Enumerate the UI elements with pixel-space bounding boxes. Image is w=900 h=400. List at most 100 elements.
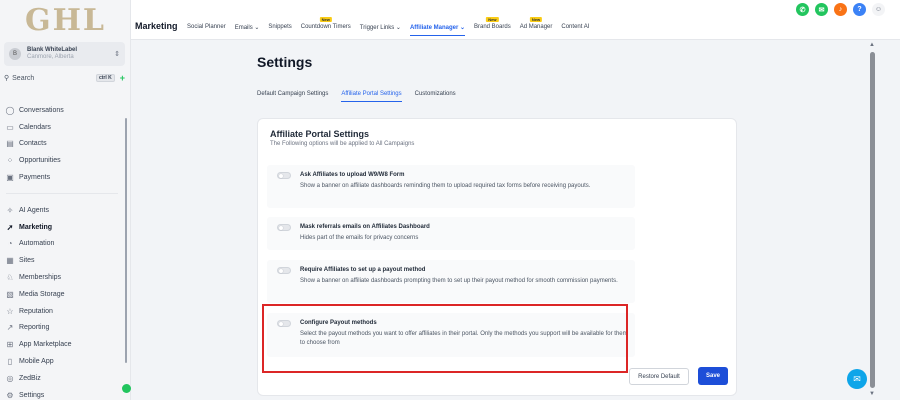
toggle-switch[interactable] (277, 172, 291, 179)
setting-title: Mask referrals emails on Affiliates Dash… (300, 224, 430, 230)
sidebar-item-calendars[interactable]: ▭ Calendars (0, 119, 125, 136)
star-icon: ☆ (6, 306, 14, 316)
scrollbar-thumb[interactable] (870, 52, 875, 388)
calendar-icon: ▭ (6, 122, 14, 132)
topnav-trigger-links[interactable]: Trigger Links ⌄ (360, 24, 401, 31)
toggle-switch[interactable] (277, 224, 291, 231)
tab-customizations[interactable]: Customizations (415, 91, 456, 97)
sidebar-item-ai-agents[interactable]: ✧ AI Agents (0, 202, 125, 219)
sidebar-search[interactable]: ⚲ Search ctrl K + (4, 72, 125, 84)
phone-icon[interactable]: ✆ (796, 3, 809, 16)
scroll-down-icon[interactable]: ▼ (869, 391, 875, 397)
chat-bubble-icon: ◯ (5, 105, 15, 115)
sidebar-item-reporting[interactable]: ↗ Reporting (0, 320, 125, 337)
topnav-social-planner[interactable]: Social Planner (187, 24, 226, 31)
top-bar: Marketing Social Planner Emails ⌄ Snippets… (131, 0, 900, 40)
sidebar-divider (6, 193, 118, 194)
sidebar-item-marketing[interactable]: ➚ Marketing (0, 219, 125, 236)
toggle-switch[interactable] (277, 267, 291, 274)
sidebar-item-opportunities[interactable]: ⁘ Opportunities (0, 152, 125, 169)
setting-description: Select the payout methods you want to of… (300, 331, 628, 346)
save-button[interactable]: Save (698, 367, 728, 385)
new-badge: New (486, 17, 499, 22)
sidebar-item-label: Mobile App (19, 358, 54, 366)
sidebar-item-memberships[interactable]: ♘ Memberships (0, 269, 125, 286)
sidebar-item-label: Sites (19, 257, 35, 265)
topnav-content-ai[interactable]: Content AI (561, 24, 589, 31)
sidebar-item-settings[interactable]: ⚙ Settings (0, 387, 125, 400)
search-shortcut: ctrl K (95, 74, 115, 82)
topnav-snippets[interactable]: Snippets (268, 24, 291, 31)
search-icon: ⚲ (4, 75, 10, 82)
sidebar-item-label: Automation (19, 240, 55, 248)
memberships-icon: ♘ (6, 273, 14, 283)
sidebar-item-label: AI Agents (19, 206, 49, 214)
card-title: Affiliate Portal Settings (270, 129, 370, 139)
topnav-label: Brand Boards (474, 24, 511, 30)
sidebar-item-label: Contacts (19, 140, 47, 148)
topnav-label: Snippets (268, 24, 292, 30)
scroll-up-icon[interactable]: ▲ (869, 42, 875, 48)
sidebar-item-conversations[interactable]: ◯ Conversations (0, 102, 125, 119)
notification-bell-icon[interactable]: ♪ (834, 3, 847, 16)
sidebar-item-sites[interactable]: ▦ Sites (0, 252, 125, 269)
sidebar-item-automation[interactable]: ◔ Automation (0, 236, 125, 253)
payments-icon: ▣ (6, 173, 14, 183)
sidebar-item-label: Conversations (19, 106, 64, 114)
setting-row: Configure Payout methods Select the payou… (267, 313, 635, 357)
megaphone-icon[interactable]: ✉ (815, 3, 828, 16)
marketing-subnav: Social Planner Emails ⌄ Snippets Countdown … (187, 17, 598, 36)
ai-sparkle-icon: ✧ (6, 205, 14, 215)
help-icon[interactable]: ? (853, 3, 866, 16)
account-name: Blank WhiteLabel (27, 47, 78, 53)
setting-title: Configure Payout methods (300, 320, 377, 326)
topnav-countdown-timers[interactable]: Countdown Timers New (301, 17, 351, 31)
setting-row: Mask referrals emails on Affiliates Dash… (267, 217, 635, 250)
top-right-actions: ✆ ✉ ♪? ☺ (796, 3, 891, 16)
setting-description: Hides part of the emails for privacy con… (300, 235, 419, 241)
sidebar: GHL B Blank WhiteLabel Canmore, Alberta … (0, 0, 131, 400)
topnav-label: Content AI (561, 24, 590, 30)
sidebar-item-label: ZedBiz (19, 374, 41, 382)
sidebar-item-label: Payments (19, 174, 51, 182)
send-icon: ➚ (6, 222, 14, 232)
sidebar-item-label: Marketing (19, 223, 53, 231)
sidebar-item-label: Memberships (19, 274, 62, 282)
settings-tabs: Default Campaign Settings Affiliate Porta… (257, 91, 469, 102)
topnav-ad-manager[interactable]: Ad Manager New (520, 17, 552, 31)
sidebar-scrollbar[interactable] (125, 118, 127, 363)
topnav-label: Trigger Links ⌄ (359, 25, 401, 31)
toggle-switch[interactable] (277, 320, 291, 327)
sidebar-item-app-marketplace[interactable]: ⊞ App Marketplace (0, 336, 125, 353)
sidebar-item-mobile-app[interactable]: ▯ Mobile App (0, 353, 125, 370)
topnav-label: Social Planner (187, 24, 226, 30)
account-location: Canmore, Alberta (27, 54, 74, 60)
quick-add-icon[interactable]: + (120, 73, 125, 83)
restore-default-button[interactable]: Restore Default (629, 368, 689, 385)
sidebar-item-reputation[interactable]: ☆ Reputation (0, 303, 125, 320)
settings-icon: ⚙ (6, 390, 14, 400)
sidebar-item-label: Opportunities (19, 157, 61, 165)
sidebar-item-payments[interactable]: ▣ Payments (0, 169, 125, 186)
card-subtitle: The Following options will be applied to… (270, 141, 415, 147)
setting-row: Require Affiliates to set up a payout me… (267, 260, 635, 303)
setting-description: Show a banner on affiliate dashboards re… (300, 183, 591, 189)
tab-default-campaign-settings[interactable]: Default Campaign Settings (257, 91, 328, 97)
chat-widget-icon[interactable]: ✉ (847, 369, 867, 389)
sidebar-nav-primary: ◯ Conversations ▭ Calendars ▤ Contacts ⁘ Opport… (0, 102, 125, 186)
setting-description: Show a banner on affiliate dashboards pr… (300, 278, 618, 284)
sidebar-item-media-storage[interactable]: ▧ Media Storage (0, 286, 125, 303)
sidebar-item-contacts[interactable]: ▤ Contacts (0, 136, 125, 153)
sidebar-item-label: Reputation (19, 307, 53, 315)
contacts-icon: ▤ (6, 139, 14, 149)
account-switcher[interactable]: B Blank WhiteLabel Canmore, Alberta ⇕ (4, 42, 125, 66)
topnav-affiliate-manager[interactable]: Affiliate Manager ⌄ (409, 24, 466, 36)
topnav-label: Emails ⌄ (234, 25, 260, 31)
sidebar-item-zedbiz[interactable]: ◎ ZedBiz (0, 370, 125, 387)
search-label: Search (12, 74, 35, 82)
tab-affiliate-portal-settings[interactable]: Affiliate Portal Settings (341, 91, 402, 102)
topnav-brand-boards[interactable]: Brand Boards New (474, 17, 511, 31)
main-scrollbar[interactable]: ▲ ▼ (868, 42, 876, 400)
topnav-emails[interactable]: Emails ⌄ (235, 24, 260, 31)
user-avatar-icon[interactable]: ☺ (872, 3, 885, 16)
